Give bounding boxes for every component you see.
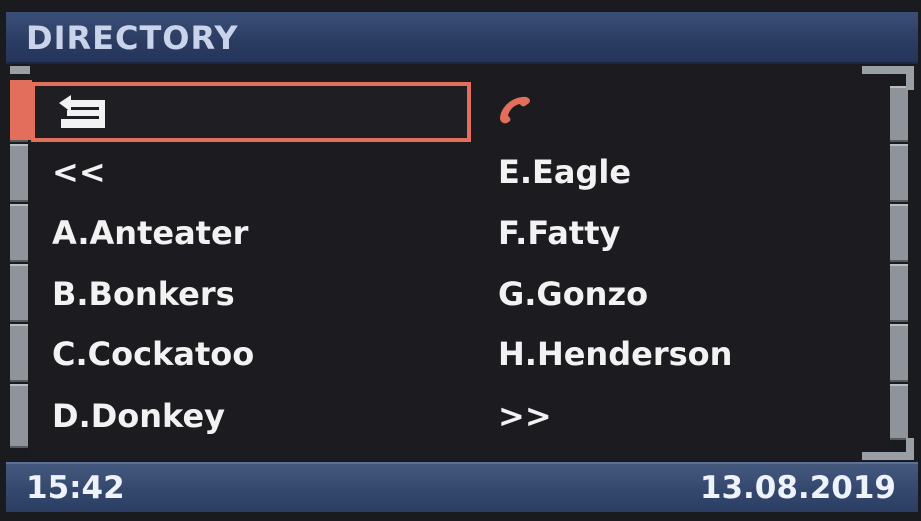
left-frame-segment [10, 384, 28, 448]
focus-indicator [10, 80, 32, 140]
status-bar: 15:42 13.08.2019 [6, 462, 918, 512]
directory-screen: DIRECTORY << A.Anteater B.Bonkers C.Cock… [0, 0, 921, 521]
right-frame-segment [890, 144, 908, 202]
right-frame-segment [890, 324, 908, 382]
list-item-a[interactable]: A.Anteater [52, 213, 248, 253]
right-frame-segment [890, 204, 908, 262]
list-item-b[interactable]: B.Bonkers [52, 274, 235, 314]
back-arrow-icon [59, 95, 105, 128]
list-item-next-page[interactable]: >> [498, 396, 552, 436]
list-item-g[interactable]: G.Gonzo [498, 274, 648, 314]
list-item-d[interactable]: D.Donkey [52, 396, 225, 436]
title-bar: DIRECTORY [6, 12, 918, 64]
left-frame-segment [10, 144, 28, 202]
right-frame-segment [890, 384, 908, 440]
right-frame [890, 66, 908, 458]
phone-handset-icon[interactable] [496, 94, 532, 124]
page-title: DIRECTORY [26, 19, 239, 57]
right-frame-segment [890, 86, 908, 142]
frame-corner-bottom-right [862, 438, 914, 460]
clock-time: 15:42 [26, 470, 125, 506]
list-item-c[interactable]: C.Cockatoo [52, 334, 254, 374]
left-frame-segment [10, 204, 28, 262]
list-item-prev-page[interactable]: << [52, 152, 106, 192]
right-frame-segment [890, 264, 908, 322]
back-button[interactable] [31, 82, 471, 142]
frame-corner-top-right [862, 66, 914, 90]
list-item-e[interactable]: E.Eagle [498, 152, 631, 192]
clock-date: 13.08.2019 [699, 470, 896, 506]
left-frame-segment [10, 324, 28, 382]
list-item-h[interactable]: H.Henderson [498, 334, 732, 374]
list-item-f[interactable]: F.Fatty [498, 213, 620, 253]
left-frame-segment [10, 264, 28, 322]
